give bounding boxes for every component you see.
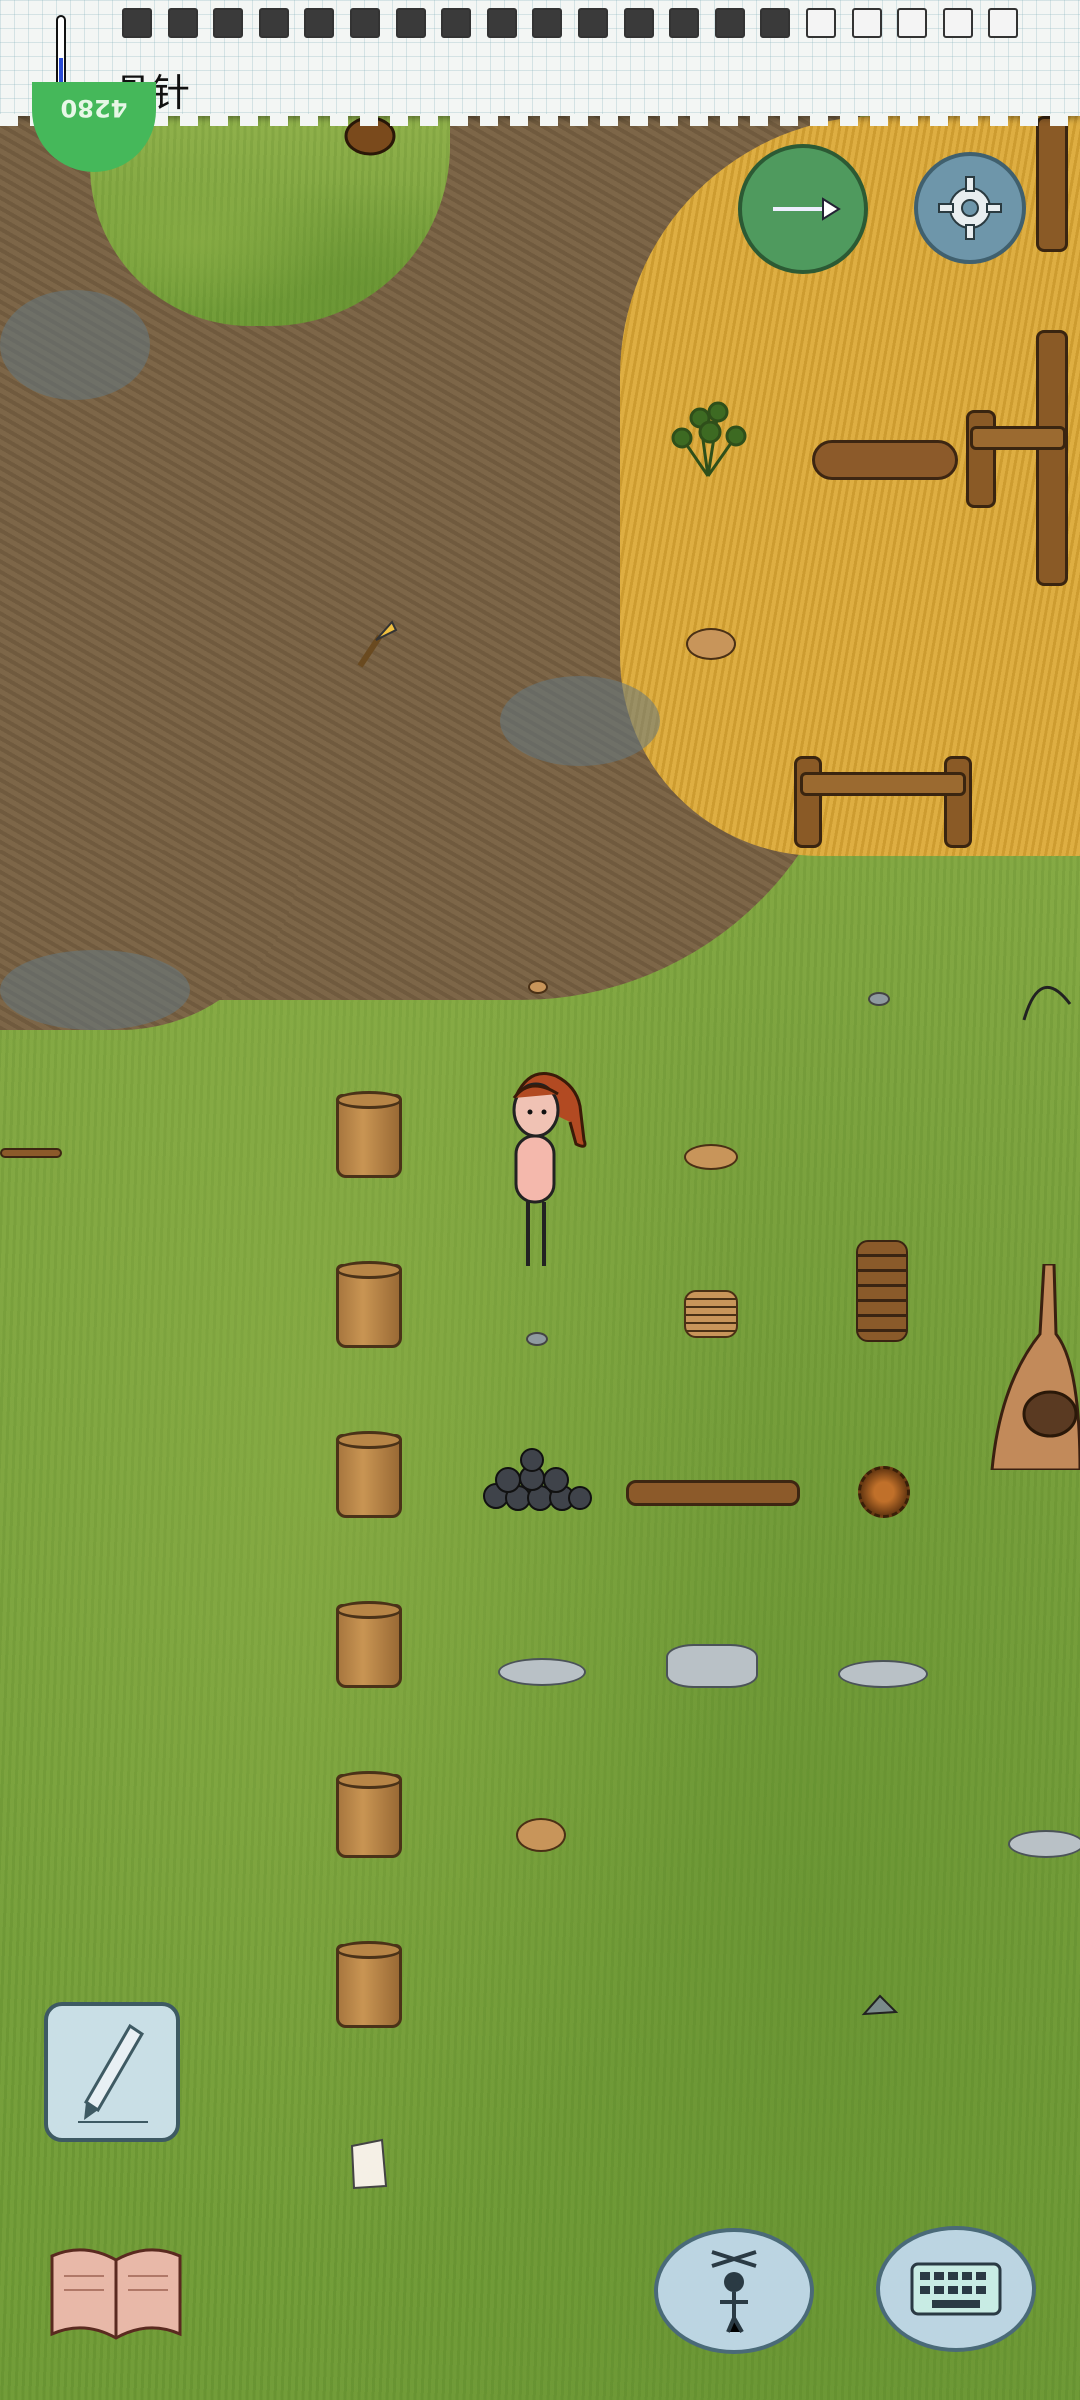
note-button[interactable] [44,2002,180,2142]
emote-button[interactable] [654,2228,814,2354]
basket[interactable] [336,1771,402,1858]
plate-item[interactable] [684,1144,738,1170]
keyboard-button[interactable] [876,2226,1036,2352]
fence-post[interactable] [1036,116,1068,252]
knife-item[interactable] [350,616,400,672]
basket[interactable] [336,1261,402,1348]
fence-post[interactable] [966,410,996,508]
status-bar: 骨针 [0,0,1080,126]
plate-stack-tall[interactable] [856,1240,908,1342]
food-pip [395,8,426,38]
food-pip [806,8,836,38]
compass-icon [773,197,841,221]
basket[interactable] [336,1091,402,1178]
log-item[interactable] [626,1480,800,1506]
rope-item[interactable] [1020,964,1080,1024]
food-pip [623,8,654,38]
food-pip [304,8,335,38]
player-character[interactable] [500,1066,590,1286]
food-pip [942,8,973,38]
age-text: 4280 [60,94,128,122]
stick-item[interactable] [0,1148,62,1158]
food-pip [122,8,152,38]
food-pip [486,8,517,38]
gear-icon [938,176,1002,240]
fence-rail [970,426,1066,450]
food-pip [988,8,1019,38]
food-pip [258,8,289,38]
fallen-branches[interactable] [812,440,958,480]
flat-stone[interactable] [838,1660,928,1688]
food-pip [167,8,198,38]
burdock-item[interactable] [858,1466,910,1518]
puddle [0,950,190,1030]
paper-item[interactable] [346,2136,392,2192]
food-pip [532,8,563,38]
fence-post[interactable] [794,756,822,848]
fence-post[interactable] [1036,330,1068,586]
basket[interactable] [336,1941,402,2028]
food-pip [578,8,608,38]
tech-book-button[interactable] [44,2240,188,2344]
puddle [500,676,660,766]
food-pip [714,8,745,38]
flat-stone[interactable] [1008,1830,1080,1858]
settings-button[interactable] [914,152,1026,264]
food-pip [851,8,882,38]
keyboard-icon [910,2262,1002,2316]
bush-sapling[interactable] [660,398,756,478]
food-pip [760,8,791,38]
pencil-icon [78,2023,148,2123]
seed-item[interactable] [528,980,548,994]
plate-stack[interactable] [684,1290,738,1338]
round-stone[interactable] [526,1332,548,1346]
open-book-icon [50,2248,182,2340]
puppet-icon [711,2250,757,2333]
charcoal-pile[interactable] [476,1444,596,1514]
food-pip [441,8,472,38]
round-stone[interactable] [868,992,890,1006]
food-pip [213,8,244,38]
flat-stone-stack[interactable] [666,1644,758,1688]
food-pip [897,8,928,38]
adobe-kiln[interactable] [990,1264,1080,1470]
compass-button[interactable] [738,144,868,274]
food-pip [350,8,380,38]
food-pip [669,8,700,38]
flat-stone[interactable] [498,1658,586,1686]
basket[interactable] [336,1601,402,1688]
fence-post[interactable] [944,756,972,848]
feather-item[interactable] [862,1992,898,2018]
bowl-item[interactable] [516,1818,566,1852]
fence-rail [800,772,966,796]
bowl-item[interactable] [686,628,736,660]
puddle [0,290,150,400]
basket[interactable] [336,1431,402,1518]
